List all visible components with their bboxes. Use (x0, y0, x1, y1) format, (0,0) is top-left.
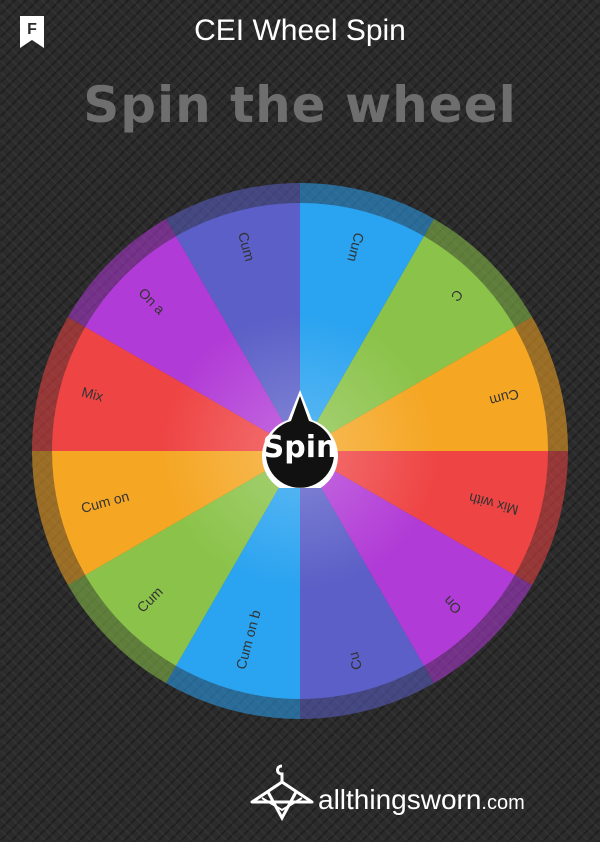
footer-brand[interactable]: allthingsworn.com (318, 784, 525, 816)
hanger-logo-icon (248, 762, 316, 824)
page-heading: Spin the wheel (83, 76, 517, 134)
footer-brand-name: allthingsworn (318, 784, 482, 815)
footer-domain: .com (481, 792, 525, 814)
app-title: CEI Wheel Spin (194, 14, 406, 47)
spin-button[interactable] (260, 378, 340, 495)
